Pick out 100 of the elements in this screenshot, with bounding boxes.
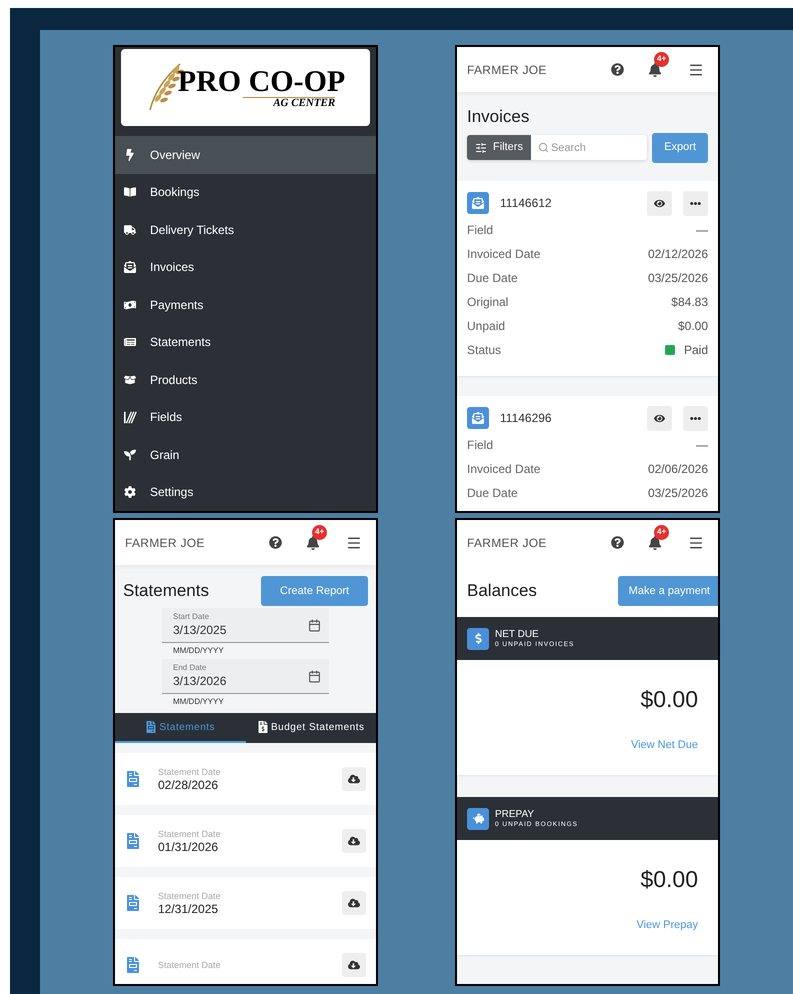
balance-amount: $0.00 <box>640 865 698 894</box>
field-value: 02/06/2026 <box>648 460 708 478</box>
sidebar-item[interactable]: Products <box>115 361 376 398</box>
document-icon <box>125 957 141 973</box>
document-icon <box>125 895 141 911</box>
page-title: Balances <box>467 580 538 602</box>
page-title: Statements <box>123 580 210 602</box>
statement-row[interactable]: Statement Date 01/31/2026 <box>115 815 376 867</box>
notifications-icon[interactable] <box>648 62 662 76</box>
field-value: $84.83 <box>671 294 708 310</box>
sidebar-item[interactable]: Fields <box>115 398 376 436</box>
field-label: Statement Date <box>158 828 222 840</box>
sliders-icon <box>475 142 487 154</box>
more-button[interactable] <box>683 190 708 216</box>
document-icon <box>125 833 141 849</box>
download-button[interactable] <box>342 953 366 977</box>
cloud-download-icon <box>348 959 360 971</box>
view-button[interactable] <box>647 406 672 430</box>
field-value: — <box>696 222 708 238</box>
sidebar-item[interactable]: Bookings <box>115 174 376 211</box>
date-format-hint: MM/DD/YYYY <box>172 645 225 657</box>
sprout-icon <box>124 448 136 461</box>
download-button[interactable] <box>342 767 366 791</box>
more-button[interactable] <box>683 406 708 430</box>
notifications-icon[interactable] <box>306 536 320 550</box>
field-value: 02/12/2026 <box>648 246 708 262</box>
balance-icon <box>467 628 489 650</box>
box-icon <box>124 374 136 386</box>
menu-icon[interactable] <box>688 62 704 78</box>
document-icon <box>145 721 158 733</box>
calendar-icon <box>308 618 321 632</box>
help-icon[interactable] <box>611 536 624 549</box>
download-button[interactable] <box>342 891 366 915</box>
sidebar-item[interactable]: Delivery Tickets <box>115 211 376 248</box>
sidebar-item[interactable]: Overview <box>115 136 376 174</box>
document-icon <box>125 771 141 787</box>
menu-icon[interactable] <box>346 534 362 550</box>
help-icon[interactable] <box>611 63 624 76</box>
field-label: End Date <box>173 663 208 673</box>
sidebar-item[interactable]: Grain <box>115 436 376 474</box>
field-label: Invoiced Date <box>467 460 542 478</box>
notifications-icon[interactable] <box>648 536 662 550</box>
balance-amount: $0.00 <box>640 685 698 714</box>
field-label: Statement Date <box>158 960 222 970</box>
notification-badge: 4+ <box>654 524 670 540</box>
sidebar-item[interactable]: Statements <box>115 324 376 361</box>
user-name: FARMER JOE <box>467 62 548 78</box>
money-icon <box>124 298 136 311</box>
field-value: 03/25/2026 <box>648 484 708 502</box>
search-field[interactable]: Search <box>530 135 648 160</box>
date-field[interactable]: End Date 3/13/2026 <box>162 659 329 694</box>
invoice-number: 11146612 <box>500 195 553 212</box>
calendar-icon <box>308 670 321 682</box>
field-label: Start Date <box>173 612 210 622</box>
field-label: Due Date <box>467 484 519 502</box>
statement-row[interactable]: Statement Date 02/28/2026 <box>115 753 376 805</box>
filters-button[interactable]: Filters <box>467 135 531 160</box>
field-label: Field <box>467 436 494 454</box>
sidebar-item[interactable]: Invoices <box>115 248 376 286</box>
document-icon <box>256 721 269 733</box>
help-icon[interactable] <box>269 536 282 549</box>
sidebar-item[interactable]: Settings <box>115 474 376 511</box>
search-icon <box>538 142 549 153</box>
striped-field-icon <box>124 410 137 424</box>
field-label: Statement Date <box>158 766 222 778</box>
field-value: Paid <box>684 342 708 358</box>
bolt-icon <box>124 148 136 161</box>
logo-tagline: AG CENTER <box>243 96 336 108</box>
statement-date: 02/28/2026 <box>158 778 220 792</box>
notification-badge: 4+ <box>654 52 670 66</box>
user-name: FARMER JOE <box>467 534 548 552</box>
newspaper-icon <box>124 336 136 348</box>
field-label: Status <box>467 342 502 358</box>
page-title: Invoices <box>467 106 530 128</box>
download-button[interactable] <box>342 829 366 853</box>
cloud-download-icon <box>348 897 360 909</box>
field-label: Unpaid <box>467 318 506 334</box>
invoice-number: 11146296 <box>500 410 553 427</box>
view-button[interactable] <box>647 190 672 216</box>
field-label: Original <box>467 294 510 310</box>
cloud-download-icon <box>348 773 360 785</box>
sidebar-item[interactable]: Payments <box>115 286 376 324</box>
field-label: Field <box>467 222 494 238</box>
user-name: FARMER JOE <box>125 534 206 552</box>
date-field[interactable]: Start Date 3/13/2025 <box>162 608 329 643</box>
invoice-icon <box>467 192 489 214</box>
statement-row[interactable]: Statement Date 12/31/2025 <box>115 877 376 929</box>
tab[interactable]: Statements <box>115 713 246 743</box>
statement-date: 12/31/2025 <box>158 902 220 916</box>
menu-icon[interactable] <box>688 534 704 550</box>
field-label: Due Date <box>467 270 519 286</box>
truck-icon <box>124 224 136 236</box>
logo-name: PRO CO-OP <box>178 66 346 96</box>
field-value: $0.00 <box>678 318 708 334</box>
balance-icon <box>467 808 489 830</box>
date-value: 3/13/2025 <box>173 622 228 638</box>
tab[interactable]: Budget Statements <box>246 713 376 743</box>
field-value: 03/25/2026 <box>648 270 708 286</box>
settings-icon <box>124 486 136 498</box>
field-label: Invoiced Date <box>467 246 542 262</box>
